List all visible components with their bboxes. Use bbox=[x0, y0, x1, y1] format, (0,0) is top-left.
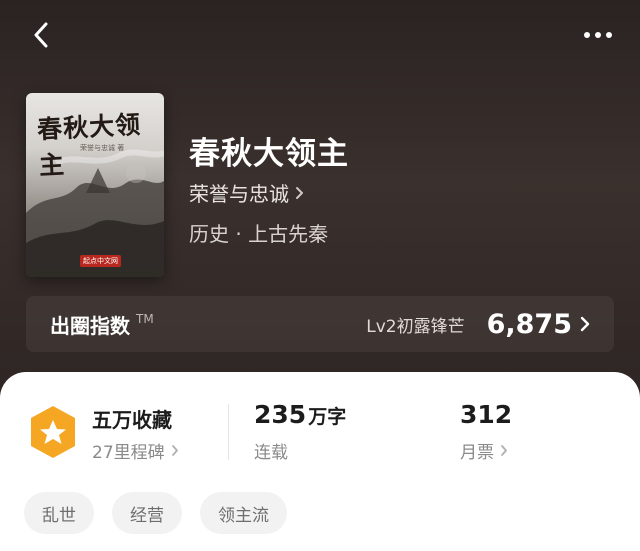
serial-status-text: 连载 bbox=[254, 443, 288, 463]
milestone-link[interactable]: 27里程碑 bbox=[92, 438, 179, 463]
monthly-ticket-count: 312 bbox=[460, 400, 512, 429]
monthly-ticket-label: 月票 bbox=[460, 443, 494, 463]
cover-author: 荣誉与忠诚 著 bbox=[80, 144, 125, 152]
monthly-ticket-number: 312 bbox=[460, 400, 513, 429]
chevron-right-icon bbox=[295, 186, 304, 200]
book-header: 春秋大领主 荣誉与忠诚 著 起点中文网 春秋大领主 荣誉与忠诚 历史 · 上古先… bbox=[0, 0, 640, 400]
book-detail-page: 春秋大领主 荣誉与忠诚 著 起点中文网 春秋大领主 荣誉与忠诚 历史 · 上古先… bbox=[0, 0, 640, 551]
book-stats-card: 五万收藏 27里程碑 235 万字 连载 312 月票 bbox=[0, 372, 640, 551]
star-badge-icon bbox=[31, 406, 75, 458]
author-link[interactable]: 荣誉与忠诚 bbox=[189, 178, 304, 207]
chevron-right-icon bbox=[500, 444, 508, 457]
popularity-index-bar[interactable]: 出圈指数 TM Lv2初露锋芒 6,875 bbox=[26, 296, 614, 352]
chevron-right-icon bbox=[171, 444, 179, 457]
collection-milestone[interactable]: 五万收藏 bbox=[92, 404, 172, 433]
tag-chip[interactable]: 经营 bbox=[112, 492, 182, 534]
trademark-mark: TM bbox=[136, 312, 154, 326]
book-cover[interactable]: 春秋大领主 荣誉与忠诚 著 起点中文网 bbox=[26, 93, 164, 277]
word-count-number: 235 bbox=[254, 400, 307, 429]
word-count-unit: 万字 bbox=[308, 406, 347, 428]
chevron-left-icon bbox=[34, 22, 48, 48]
cover-publisher-logo: 起点中文网 bbox=[80, 255, 121, 267]
back-button[interactable] bbox=[24, 18, 58, 52]
tag-chip[interactable]: 乱世 bbox=[24, 492, 94, 534]
chevron-right-icon bbox=[580, 316, 590, 332]
more-dots-icon bbox=[584, 32, 612, 38]
popularity-level: Lv2初露锋芒 bbox=[366, 316, 465, 337]
serial-status: 连载 bbox=[254, 438, 288, 463]
popularity-value: 6,875 bbox=[486, 308, 572, 340]
more-button[interactable] bbox=[578, 18, 618, 52]
book-title: 春秋大领主 bbox=[189, 136, 349, 172]
word-count: 235 万字 bbox=[254, 400, 346, 429]
monthly-ticket-link[interactable]: 月票 bbox=[460, 438, 508, 463]
author-name: 荣誉与忠诚 bbox=[189, 182, 289, 206]
popularity-label: 出圈指数 bbox=[50, 313, 130, 338]
milestone-count: 27里程碑 bbox=[92, 443, 165, 463]
tag-chip[interactable]: 领主流 bbox=[200, 492, 287, 534]
stats-divider bbox=[228, 404, 229, 460]
book-genre[interactable]: 历史 · 上古先秦 bbox=[189, 218, 328, 247]
